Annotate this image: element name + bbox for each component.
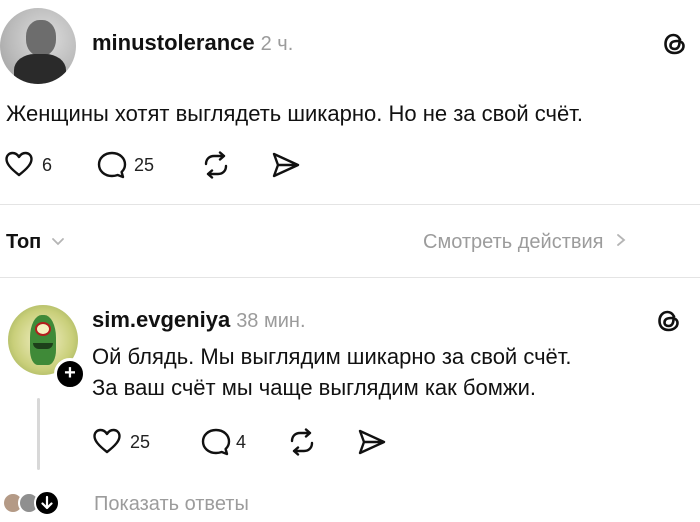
- repost-icon: [204, 151, 228, 179]
- threads-logo-icon[interactable]: [662, 30, 688, 58]
- share-icon: [272, 152, 300, 178]
- reply-author-username[interactable]: sim.evgeniya: [92, 307, 230, 332]
- post-header: minustolerance 2 ч.: [92, 30, 293, 56]
- divider: [0, 277, 700, 278]
- reply-like-button[interactable]: [92, 427, 128, 457]
- view-activity-link[interactable]: Смотреть действия: [423, 231, 628, 254]
- reply-like-count: 25: [130, 432, 151, 452]
- replier-avatars-stack[interactable]: [2, 490, 82, 516]
- heart-icon: [93, 428, 121, 454]
- comment-icon: [201, 428, 231, 456]
- comment-icon: [97, 151, 127, 179]
- post-text: Женщины хотят выглядеть шикарно. Но не з…: [6, 101, 583, 126]
- share-icon: [358, 429, 386, 455]
- reply-comment-button[interactable]: [200, 427, 234, 457]
- comment-button[interactable]: [96, 150, 130, 180]
- reply-comment-count: 4: [236, 432, 247, 452]
- reply-share-button[interactable]: [356, 427, 390, 457]
- reply-text: Ой блядь. Мы выглядим шикарно за свой сч…: [92, 341, 572, 403]
- follow-plus-icon[interactable]: +: [54, 358, 86, 390]
- divider: [0, 204, 700, 205]
- reply-timestamp: 38 мин.: [236, 310, 306, 332]
- chevron-right-icon: [617, 234, 626, 246]
- reply-header: sim.evgeniya 38 мин.: [92, 307, 306, 333]
- reply-repost-button[interactable]: [286, 428, 320, 458]
- like-button[interactable]: [4, 150, 40, 180]
- view-activity-label: Смотреть действия: [423, 231, 604, 253]
- sort-dropdown[interactable]: Топ: [6, 231, 66, 254]
- like-count: 6: [42, 155, 53, 175]
- sort-label: Топ: [6, 231, 42, 253]
- repost-button[interactable]: [200, 151, 234, 181]
- show-replies-link[interactable]: Показать ответы: [94, 493, 249, 516]
- post-timestamp: 2 ч.: [260, 33, 294, 55]
- post-author-avatar[interactable]: [0, 8, 76, 84]
- expand-arrow-icon: [34, 490, 60, 516]
- threads-logo-icon[interactable]: [656, 307, 682, 335]
- share-button[interactable]: [270, 150, 304, 180]
- post-author-username[interactable]: minustolerance: [92, 30, 255, 55]
- comment-count: 25: [134, 155, 155, 175]
- reply-text-line-1: Ой блядь. Мы выглядим шикарно за свой сч…: [92, 344, 572, 369]
- chevron-down-icon: [51, 238, 64, 246]
- heart-icon: [5, 151, 33, 177]
- thread-line: [37, 398, 40, 470]
- repost-icon: [290, 428, 314, 456]
- reply-text-line-2: За ваш счёт мы чаще выглядим как бомжи.: [92, 375, 536, 400]
